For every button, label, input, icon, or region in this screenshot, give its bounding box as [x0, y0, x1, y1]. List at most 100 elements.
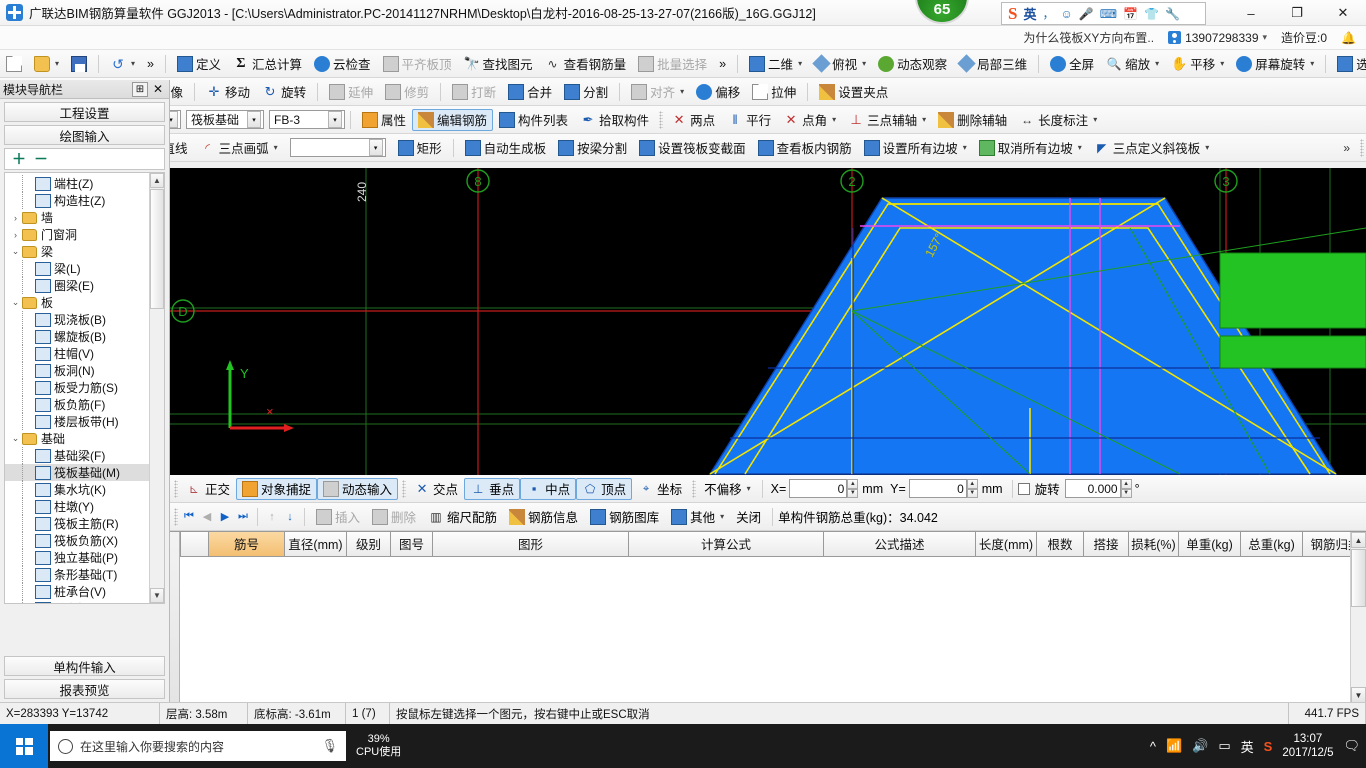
tree-item-基础[interactable]: ⌄ 基础 [5, 430, 164, 447]
close-grid-button[interactable]: 关闭 [730, 506, 767, 528]
tree-item-筏板主筋r[interactable]: 筏板主筋(R) [5, 515, 164, 532]
screen-rotate-button[interactable]: 屏幕旋转 ▾ [1230, 53, 1320, 75]
parallel-button[interactable]: ‖ 平行 [721, 109, 777, 131]
skin-icon[interactable]: 👕 [1144, 7, 1159, 21]
rebar-table-container[interactable]: 筋号 直径(mm) 级别 图号 图形 计算公式 公式描述 长度(mm) 根数 搭接 损耗(%) 单重(… [170, 531, 1366, 702]
length-dimension-button[interactable]: ↔ 长度标注 ▾ [1013, 109, 1103, 131]
chevron-down-icon[interactable]: ▾ [862, 59, 866, 68]
single-component-input-button[interactable]: 单构件输入 [4, 656, 165, 676]
microphone-icon[interactable]: 🎤 [1079, 7, 1094, 21]
chevron-down-icon[interactable]: ▾ [680, 87, 684, 96]
chevron-down-icon[interactable]: ▾ [720, 512, 724, 521]
last-row-button[interactable]: ⏭ [234, 508, 252, 526]
column-header-grade[interactable]: 级别 [346, 532, 391, 557]
chevron-down-icon[interactable]: ▾ [747, 484, 751, 493]
chevron-down-icon[interactable]: ▾ [1263, 32, 1268, 43]
chevron-down-icon[interactable]: ⌄ [9, 433, 22, 444]
tree-item-板受力筋s[interactable]: 板受力筋(S) [5, 379, 164, 396]
draw-mode-combo[interactable]: ▾ [289, 138, 386, 157]
close-icon[interactable]: ✕ [150, 82, 166, 97]
network-icon[interactable]: 📶 [1166, 738, 1182, 754]
tree-item-条形基础t[interactable]: 条形基础(T) [5, 566, 164, 583]
report-preview-button[interactable]: 报表预览 [4, 679, 165, 699]
chevron-right-icon[interactable]: › [9, 230, 22, 240]
toolbar1-overflow-left[interactable]: » [141, 53, 160, 75]
define-button[interactable]: 定义 [171, 53, 227, 75]
move-button[interactable]: ✛ 移动 [200, 81, 256, 103]
pick-component-button[interactable]: ✒ 拾取构件 [574, 109, 655, 131]
scroll-down-icon[interactable]: ▼ [150, 588, 164, 603]
tray-sogou-icon[interactable]: S [1264, 739, 1273, 754]
project-settings-button[interactable]: 工程设置 [4, 102, 165, 122]
start-button[interactable] [0, 724, 48, 768]
rotate-button[interactable]: ↻ 旋转 [256, 81, 312, 103]
column-header-rebar_class[interactable]: 钢筋归类 [1302, 532, 1350, 557]
column-header-shape[interactable]: 图形 [432, 532, 629, 557]
dynamic-input-toggle[interactable]: 动态输入 [317, 477, 399, 500]
set-all-slope-button[interactable]: 设置所有边坡 ▾ [858, 137, 973, 159]
undo-caret-icon[interactable]: ▾ [131, 59, 135, 68]
pin-icon[interactable]: ⊞ [132, 81, 148, 97]
keyboard-icon[interactable]: ⌨ [1100, 7, 1117, 21]
tree-item-柱墩y[interactable]: 柱墩(Y) [5, 498, 164, 515]
x-offset-stepper[interactable]: ▲ ▼ [847, 479, 859, 498]
column-header-total_weight[interactable]: 总重(kg) [1240, 532, 1303, 557]
tree-scrollbar[interactable]: ▲ ▼ [149, 173, 164, 603]
midpoint-toggle[interactable]: ▪ 中点 [520, 477, 577, 500]
two-dimensional-button[interactable]: 二维 ▾ [743, 53, 808, 75]
tree-item-板洞n[interactable]: 板洞(N) [5, 362, 164, 379]
chevron-down-icon[interactable]: ⌄ [9, 246, 22, 257]
split-by-beam-button[interactable]: 按梁分割 [552, 137, 633, 159]
toolbar1-overflow-mid[interactable]: » [713, 53, 732, 75]
partial-3d-button[interactable]: 局部三维 [953, 53, 1033, 75]
component-type-select[interactable]: 筏板基础 ▾ [186, 110, 264, 129]
tree-item-基础梁f[interactable]: 基础梁(F) [5, 447, 164, 464]
microphone-icon[interactable]: 🎙 [321, 738, 338, 754]
offset-mode-select[interactable]: 不偏移 ▾ [698, 478, 757, 500]
open-caret-icon[interactable]: ▾ [55, 59, 59, 68]
select-floor-button[interactable]: 选择楼层 [1331, 53, 1366, 75]
tree-item-承台梁f[interactable]: 承台梁(F) [5, 600, 164, 603]
top-view-button[interactable]: 俯视 ▾ [808, 53, 872, 75]
chevron-down-icon[interactable]: ▾ [832, 115, 836, 124]
chevron-down-icon[interactable]: ▾ [1220, 59, 1224, 68]
y-offset-input[interactable]: 0 [908, 479, 967, 498]
toolbar-grip[interactable] [174, 507, 178, 526]
chevron-down-icon[interactable]: ▾ [247, 111, 261, 128]
taskbar-clock[interactable]: 13:07 2017/12/5 [1282, 732, 1333, 760]
tree-item-端柱z[interactable]: 端柱(Z) [5, 175, 164, 192]
action-center-icon[interactable]: 🗨 [1343, 738, 1360, 754]
three-point-aux-axis-button[interactable]: ⊥ 三点辅轴 ▾ [842, 109, 932, 131]
column-header-idx[interactable] [180, 532, 209, 557]
toolbar-grip[interactable] [692, 479, 697, 498]
three-point-arc-button[interactable]: ◜ 三点画弧 ▾ [194, 137, 284, 159]
column-header-diameter[interactable]: 直径(mm) [284, 532, 347, 557]
drawing-input-button[interactable]: 绘图输入 [4, 125, 165, 145]
tree-item-板负筋f[interactable]: 板负筋(F) [5, 396, 164, 413]
tree-item-筏板基础m[interactable]: 筏板基础(M) [5, 464, 164, 481]
view-rebar-in-slab-button[interactable]: 查看板内钢筋 [752, 137, 858, 159]
set-raft-variable-section-button[interactable]: 设置筏板变截面 [633, 137, 752, 159]
merge-button[interactable]: 合并 [502, 81, 558, 103]
undo-button[interactable]: ↺ ▾ [104, 53, 141, 75]
chevron-down-icon[interactable]: ▾ [1093, 115, 1097, 124]
split-button[interactable]: 分割 [558, 81, 614, 103]
prev-row-button[interactable]: ◀ [198, 508, 216, 526]
chevron-down-icon[interactable]: ▾ [963, 143, 967, 152]
cancel-all-slope-button[interactable]: 取消所有边坡 ▾ [973, 137, 1088, 159]
chevron-down-icon[interactable]: ▾ [1205, 143, 1209, 152]
tray-ime-label[interactable]: 英 [1241, 737, 1254, 756]
view-rebar-quantity-button[interactable]: ∿ 查看钢筋量 [539, 53, 633, 75]
taskbar-search-input[interactable]: 在这里输入你要搜索的内容 🎙 [50, 731, 346, 761]
chevron-down-icon[interactable]: ▾ [1078, 143, 1082, 152]
scroll-thumb[interactable] [150, 189, 164, 309]
set-grip-button[interactable]: 设置夹点 [813, 81, 894, 103]
smiley-icon[interactable]: ☺ [1061, 7, 1073, 21]
delete-aux-axis-button[interactable]: 删除辅轴 [932, 109, 1013, 131]
scroll-up-icon[interactable]: ▲ [150, 173, 164, 188]
fullscreen-button[interactable]: 全屏 [1044, 53, 1100, 75]
tray-expand-icon[interactable]: ^ [1150, 739, 1156, 754]
tree-item-梁l[interactable]: 梁(L) [5, 260, 164, 277]
chevron-down-icon[interactable]: ▾ [274, 143, 278, 152]
first-row-button[interactable]: ⏮ [180, 508, 198, 526]
